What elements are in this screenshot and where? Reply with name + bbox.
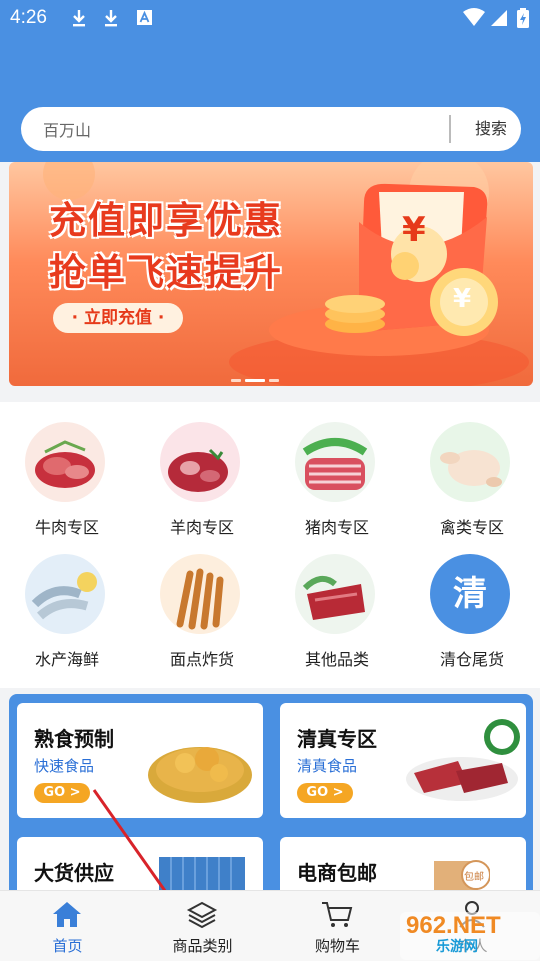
seafood-image	[25, 554, 105, 634]
category-pork[interactable]: 猪肉专区	[282, 402, 392, 537]
go-button[interactable]: GO >	[34, 783, 90, 803]
status-time: 4:26	[10, 7, 47, 28]
card-subtitle: 清真食品	[297, 757, 358, 775]
card-title: 熟食预制	[34, 727, 114, 751]
tab-categories[interactable]: 商品类别	[135, 891, 270, 961]
a-icon	[137, 10, 152, 25]
card-halal[interactable]: 清真专区 清真食品 GO >	[280, 703, 526, 818]
card-title: 清真专区	[297, 727, 377, 751]
coin-yen-symbol: ¥	[453, 284, 472, 314]
header: 4:26 搜索	[0, 0, 540, 162]
category-lamb[interactable]: 羊肉专区	[147, 402, 257, 537]
home-icon	[53, 902, 81, 927]
signal-icon	[491, 10, 507, 26]
poultry-image	[430, 422, 510, 502]
beef-image	[25, 422, 105, 502]
category-other[interactable]: 其他品类	[282, 534, 392, 669]
category-grid: 牛肉专区 羊肉专区 猪肉专区 禽类专区 水产海鲜 面点炸货 其他品类 清 清仓尾…	[0, 402, 540, 688]
card-title: 电商包邮	[297, 861, 377, 885]
banner-headline-2: 抢单飞速提升	[49, 251, 283, 294]
category-label: 水产海鲜	[34, 650, 99, 669]
category-seafood[interactable]: 水产海鲜	[12, 534, 122, 669]
category-label: 清仓尾货	[439, 650, 504, 669]
carousel-indicator	[231, 367, 283, 386]
tab-home[interactable]: 首页	[0, 891, 135, 961]
layers-icon	[186, 901, 218, 929]
go-button[interactable]: GO >	[297, 783, 353, 803]
download-icon	[73, 10, 85, 27]
status-bar: 4:26	[0, 0, 540, 36]
card-subtitle: 快速食品	[34, 757, 95, 775]
tab-label: 首页	[52, 937, 83, 955]
category-fried-food[interactable]: 面点炸货	[147, 534, 257, 669]
download-icon	[105, 10, 117, 27]
watermark-text: 962.NET 乐游网	[406, 912, 501, 954]
battery-icon	[517, 8, 529, 28]
card-title: 大货供应	[34, 861, 114, 885]
search-divider	[449, 115, 451, 143]
fried-food-image	[160, 554, 240, 634]
other-meat-image	[295, 554, 375, 634]
search-bar: 搜索	[21, 107, 521, 153]
carousel-dot	[231, 379, 241, 382]
card-deli[interactable]: 熟食预制 快速食品 GO >	[17, 703, 263, 818]
tab-label: 商品类别	[172, 937, 233, 955]
steak-image	[406, 719, 520, 801]
pork-image	[295, 422, 375, 502]
promo-card-section: 熟食预制 快速食品 GO > 清真专区 清真食品 GO > 大货供应 包邮 电商…	[9, 694, 533, 917]
lamb-image	[160, 422, 240, 502]
category-poultry[interactable]: 禽类专区	[417, 402, 527, 537]
free-shipping-badge: 包邮	[464, 872, 484, 883]
banner-yen-symbol: ¥	[402, 210, 426, 250]
search-button[interactable]: 搜索	[461, 107, 521, 151]
fried-chicken-image	[148, 726, 252, 803]
cart-icon	[322, 902, 353, 927]
banner-headline-1: 充值即享优惠	[49, 199, 283, 242]
wifi-icon	[463, 8, 485, 26]
category-label: 其他品类	[304, 650, 369, 669]
site-watermark: 962.NET 乐游网	[400, 912, 540, 960]
promo-banner[interactable]: ¥ ¥ 充值即享优惠 抢单飞速提升 · 立即充值 ·	[9, 162, 533, 386]
tab-cart[interactable]: 购物车	[270, 891, 405, 961]
recharge-button[interactable]: · 立即充值 ·	[53, 303, 183, 333]
carousel-dot	[269, 379, 279, 382]
category-clearance[interactable]: 清 清仓尾货	[417, 534, 527, 669]
search-input[interactable]	[41, 107, 445, 153]
category-label: 面点炸货	[169, 650, 234, 669]
carousel-dot-active	[245, 379, 265, 382]
clearance-icon: 清	[430, 554, 510, 634]
category-beef[interactable]: 牛肉专区	[12, 402, 122, 537]
tab-label: 购物车	[314, 937, 360, 955]
